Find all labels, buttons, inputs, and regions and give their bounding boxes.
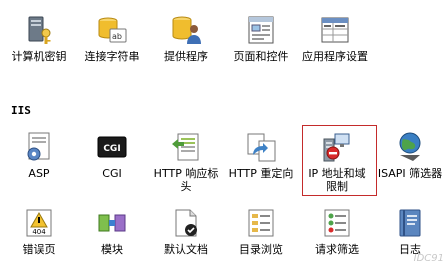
modules-icon	[96, 207, 128, 239]
feature-http-response-headers[interactable]: HTTP 响应标头	[151, 131, 221, 193]
feature-label: 计算机密钥	[11, 50, 67, 63]
svg-text:ab: ab	[112, 32, 122, 41]
feature-label: CGI	[102, 167, 122, 180]
feature-http-redirect[interactable]: HTTP 重定向	[226, 131, 296, 180]
asp-icon	[23, 131, 55, 163]
directory-browsing-icon	[245, 207, 277, 239]
feature-label: IP 地址和域限制	[308, 167, 366, 193]
cgi-icon-text: CGI	[103, 144, 120, 154]
feature-label: 错误页	[22, 243, 56, 256]
feature-label: 提供程序	[164, 50, 208, 63]
feature-ip-domain-restrictions[interactable]: IP 地址和域限制	[302, 131, 372, 193]
feature-connection-strings[interactable]: ab 连接字符串	[77, 14, 147, 63]
feature-label: 请求筛选	[315, 243, 359, 256]
feature-app-settings[interactable]: 应用程序设置	[300, 14, 370, 63]
ip-domain-restrictions-icon	[321, 131, 353, 163]
feature-label: ASP	[28, 167, 50, 180]
logging-icon	[394, 207, 426, 239]
feature-label: 默认文档	[164, 243, 208, 256]
feature-isapi-filters[interactable]: ISAPI 筛选器	[375, 131, 445, 180]
http-response-headers-icon	[170, 131, 202, 163]
feature-label: HTTP 重定向	[228, 167, 294, 180]
feature-pages-controls[interactable]: 页面和控件	[226, 14, 296, 63]
request-filtering-icon	[321, 207, 353, 239]
cgi-icon: CGI	[96, 131, 128, 163]
section-header-iis: IIS	[11, 104, 31, 117]
feature-default-document[interactable]: 默认文档	[151, 207, 221, 256]
connection-strings-icon: ab	[96, 14, 128, 46]
error-code-icon-text: 404	[32, 228, 46, 236]
default-document-icon	[170, 207, 202, 239]
feature-label: HTTP 响应标头	[153, 167, 219, 193]
feature-logging[interactable]: 日志	[375, 207, 445, 256]
pages-controls-icon	[245, 14, 277, 46]
watermark: IDC91	[413, 253, 444, 264]
feature-machine-key[interactable]: 计算机密钥	[4, 14, 74, 63]
error-pages-icon: 404	[23, 207, 55, 239]
feature-label: 页面和控件	[233, 50, 289, 63]
feature-label: 应用程序设置	[302, 50, 368, 63]
providers-icon	[170, 14, 202, 46]
feature-label: 模块	[101, 243, 123, 256]
feature-modules[interactable]: 模块	[77, 207, 147, 256]
app-settings-icon	[319, 14, 351, 46]
feature-directory-browsing[interactable]: 目录浏览	[226, 207, 296, 256]
machine-key-icon	[23, 14, 55, 46]
feature-error-pages[interactable]: 404 错误页	[4, 207, 74, 256]
isapi-filters-icon	[394, 131, 426, 163]
feature-asp[interactable]: ASP	[4, 131, 74, 180]
feature-label: ISAPI 筛选器	[377, 167, 443, 180]
feature-cgi[interactable]: CGI CGI	[77, 131, 147, 180]
feature-providers[interactable]: 提供程序	[151, 14, 221, 63]
feature-request-filtering[interactable]: 请求筛选	[302, 207, 372, 256]
feature-label: 目录浏览	[239, 243, 283, 256]
feature-label: 连接字符串	[84, 50, 140, 63]
http-redirect-icon	[245, 131, 277, 163]
